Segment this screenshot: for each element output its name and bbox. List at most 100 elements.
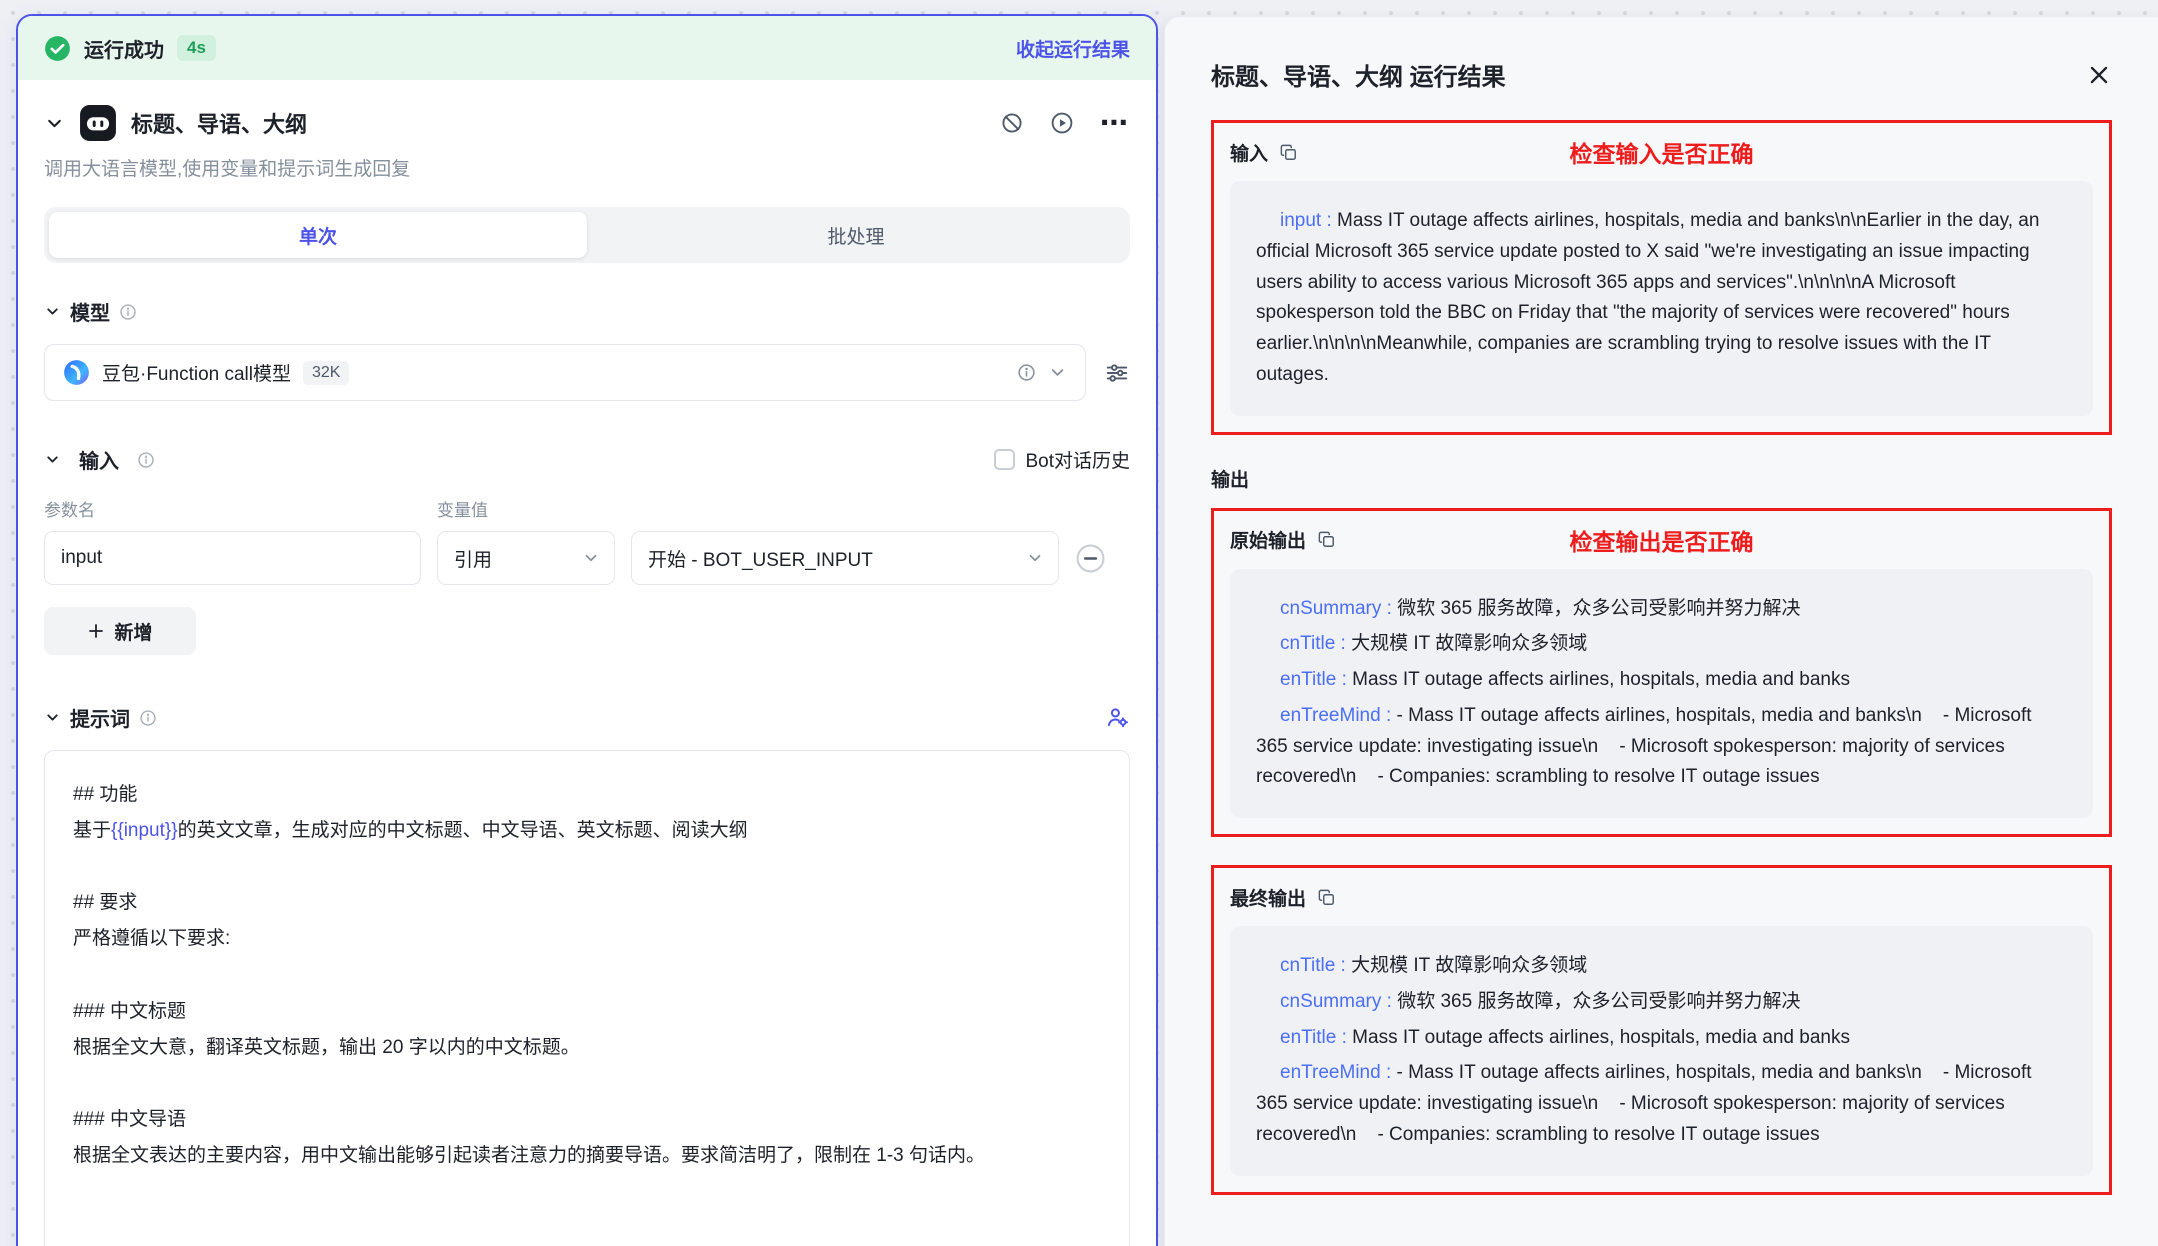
output-section-label: 输出 [1211, 465, 2112, 492]
input-section-title: 输入 [79, 445, 119, 474]
kv-value: Mass IT outage affects airlines, hospita… [1256, 210, 2045, 385]
raw-output-annotation-box: 原始输出 检查输出是否正确 cnSummary : 微软 365 服务故障，众多… [1211, 508, 2112, 838]
ref-type-select[interactable]: 引用 [437, 531, 615, 585]
prompt-line [73, 849, 1101, 885]
kv-value: 大规模 IT 故障影响众多领域 [1351, 633, 1587, 654]
raw-output-content-box: cnSummary : 微软 365 服务故障，众多公司受影响并努力解决 cnTi… [1230, 569, 2093, 819]
kv-row: cnSummary : 微软 365 服务故障，众多公司受影响并努力解决 [1256, 594, 2067, 625]
final-output-annotation-box: 最终输出 cnTitle : 大规模 IT 故障影响众多领域cnSummary … [1211, 865, 2112, 1195]
prompt-variable: {{input}} [111, 820, 178, 841]
node-description: 调用大语言模型,使用变量和提示词生成回复 [18, 142, 1156, 181]
run-status-banner: 运行成功 4s 收起运行结果 [18, 16, 1156, 80]
copy-raw-output-icon[interactable] [1317, 530, 1336, 549]
prompt-line: 根据全文大意，翻译英文标题，输出 20 字以内的中文标题。 [73, 1030, 1101, 1066]
model-info-icon [119, 303, 137, 321]
more-actions-icon[interactable]: ⋯ [1100, 109, 1130, 137]
prompt-info-icon [139, 709, 157, 727]
result-panel-title: 标题、导语、大纲 运行结果 [1211, 57, 1506, 92]
raw-output-label: 原始输出 [1230, 526, 1306, 553]
copy-final-output-icon[interactable] [1317, 888, 1336, 907]
copy-input-icon[interactable] [1279, 143, 1298, 162]
kv-row: input : Mass IT outage affects airlines,… [1256, 206, 2067, 391]
add-param-label: 新增 [114, 618, 152, 645]
kv-key: cnTitle : [1280, 633, 1351, 654]
prompt-line [73, 957, 1101, 993]
run-node-icon[interactable] [1050, 111, 1074, 135]
kv-key: enTitle : [1280, 1027, 1352, 1048]
kv-row: enTreeMind : - Mass IT outage affects ai… [1256, 701, 2067, 793]
bot-history-label: Bot对话历史 [1025, 446, 1130, 473]
ref-value-select[interactable]: 开始 - BOT_USER_INPUT [631, 531, 1059, 585]
kv-value: 微软 365 服务故障，众多公司受影响并努力解决 [1397, 991, 1800, 1012]
kv-key: cnSummary : [1280, 991, 1397, 1012]
model-detail-info-icon[interactable] [1017, 363, 1036, 382]
add-param-button[interactable]: 新增 [44, 607, 196, 655]
kv-key: enTitle : [1280, 669, 1352, 690]
kv-key: input : [1280, 210, 1337, 231]
ref-type-value: 引用 [454, 545, 492, 572]
run-duration-badge: 4s [177, 35, 216, 61]
model-name: 豆包·Function call模型 [102, 359, 291, 386]
remove-param-icon[interactable] [1075, 543, 1106, 574]
value-select-chevron-icon [1026, 549, 1044, 567]
prompt-line: ### 中文导语 [73, 1102, 1101, 1138]
prompt-section-title: 提示词 [70, 703, 130, 732]
final-output-content-box: cnTitle : 大规模 IT 故障影响众多领域 cnSummary : 微软 … [1230, 926, 2093, 1176]
run-result-panel: 标题、导语、大纲 运行结果 输入 检查输入是否正确 input : Mass I… [1164, 16, 2158, 1246]
tab-batch[interactable]: 批处理 [587, 212, 1125, 258]
close-panel-icon[interactable] [2086, 62, 2112, 88]
kv-key: cnSummary : [1280, 598, 1397, 619]
kv-row: cnTitle : 大规模 IT 故障影响众多领域 [1256, 951, 2067, 982]
kv-key: cnTitle : [1280, 955, 1351, 976]
prompt-line [73, 1066, 1101, 1102]
plus-icon [87, 622, 105, 640]
mode-tabs: 单次 批处理 [44, 207, 1130, 263]
prompt-line: ### 中文标题 [73, 994, 1101, 1030]
collapse-node-chevron-icon[interactable] [44, 113, 65, 134]
kv-value: 大规模 IT 故障影响众多领域 [1351, 955, 1587, 976]
input-annotation-box: 输入 检查输入是否正确 input : Mass IT outage affec… [1211, 120, 2112, 435]
prompt-textarea[interactable]: ## 功能基于{{input}}的英文文章，生成对应的中文标题、中文导语、英文标… [44, 750, 1130, 1246]
output-check-annotation: 检查输出是否正确 [1570, 523, 1754, 557]
prompt-auto-optimize-icon[interactable] [1105, 705, 1130, 730]
kv-row: enTreeMind : - Mass IT outage affects ai… [1256, 1058, 2067, 1150]
input-section-chevron-icon[interactable] [44, 451, 61, 468]
success-check-icon [44, 35, 71, 62]
collapse-results-link[interactable]: 收起运行结果 [1016, 35, 1130, 62]
llm-node-card: 运行成功 4s 收起运行结果 标题、导语、大纲 ⋯ 调用大语言模型,使用变量和提… [16, 14, 1158, 1246]
bot-history-checkbox[interactable] [994, 449, 1015, 470]
kv-value: Mass IT outage affects airlines, hospita… [1352, 1027, 1850, 1048]
model-settings-icon[interactable] [1104, 360, 1130, 386]
input-info-icon [137, 451, 155, 469]
node-avatar [79, 104, 117, 142]
kv-row: enTitle : Mass IT outage affects airline… [1256, 665, 2067, 696]
input-check-annotation: 检查输入是否正确 [1570, 135, 1754, 169]
model-section-title: 模型 [70, 297, 110, 326]
prompt-line: ## 要求 [73, 885, 1101, 921]
kv-row: cnTitle : 大规模 IT 故障影响众多领域 [1256, 629, 2067, 660]
prompt-line: ## 功能 [73, 777, 1101, 813]
param-row: 引用 开始 - BOT_USER_INPUT [44, 531, 1130, 585]
prompt-section-chevron-icon[interactable] [44, 709, 61, 726]
kv-value: 微软 365 服务故障，众多公司受影响并努力解决 [1397, 598, 1800, 619]
input-content-box: input : Mass IT outage affects airlines,… [1230, 181, 2093, 416]
model-select[interactable]: 豆包·Function call模型 32K [44, 344, 1086, 401]
kv-key: enTreeMind : [1280, 1062, 1397, 1083]
node-title: 标题、导语、大纲 [131, 107, 307, 139]
prompt-line: 根据全文表达的主要内容，用中文输出能够引起读者注意力的摘要导语。要求简洁明了，限… [73, 1138, 1101, 1174]
prompt-line: 基于{{input}}的英文文章，生成对应的中文标题、中文导语、英文标题、阅读大… [73, 813, 1101, 849]
param-value-col-label: 变量值 [437, 496, 488, 521]
ref-value-text: 开始 - BOT_USER_INPUT [648, 545, 873, 572]
run-status-text: 运行成功 [84, 34, 164, 63]
model-logo-icon [63, 359, 90, 386]
param-name-input[interactable] [44, 531, 421, 585]
prompt-line: 严格遵循以下要求: [73, 921, 1101, 957]
kv-row: enTitle : Mass IT outage affects airline… [1256, 1023, 2067, 1054]
debug-off-icon[interactable] [1000, 111, 1024, 135]
node-header: 标题、导语、大纲 ⋯ [18, 80, 1156, 142]
kv-key: enTreeMind : [1280, 705, 1397, 726]
tab-single[interactable]: 单次 [49, 212, 587, 258]
input-block-label: 输入 [1230, 139, 1268, 166]
model-section-chevron-icon[interactable] [44, 303, 61, 320]
kv-row: cnSummary : 微软 365 服务故障，众多公司受影响并努力解决 [1256, 987, 2067, 1018]
